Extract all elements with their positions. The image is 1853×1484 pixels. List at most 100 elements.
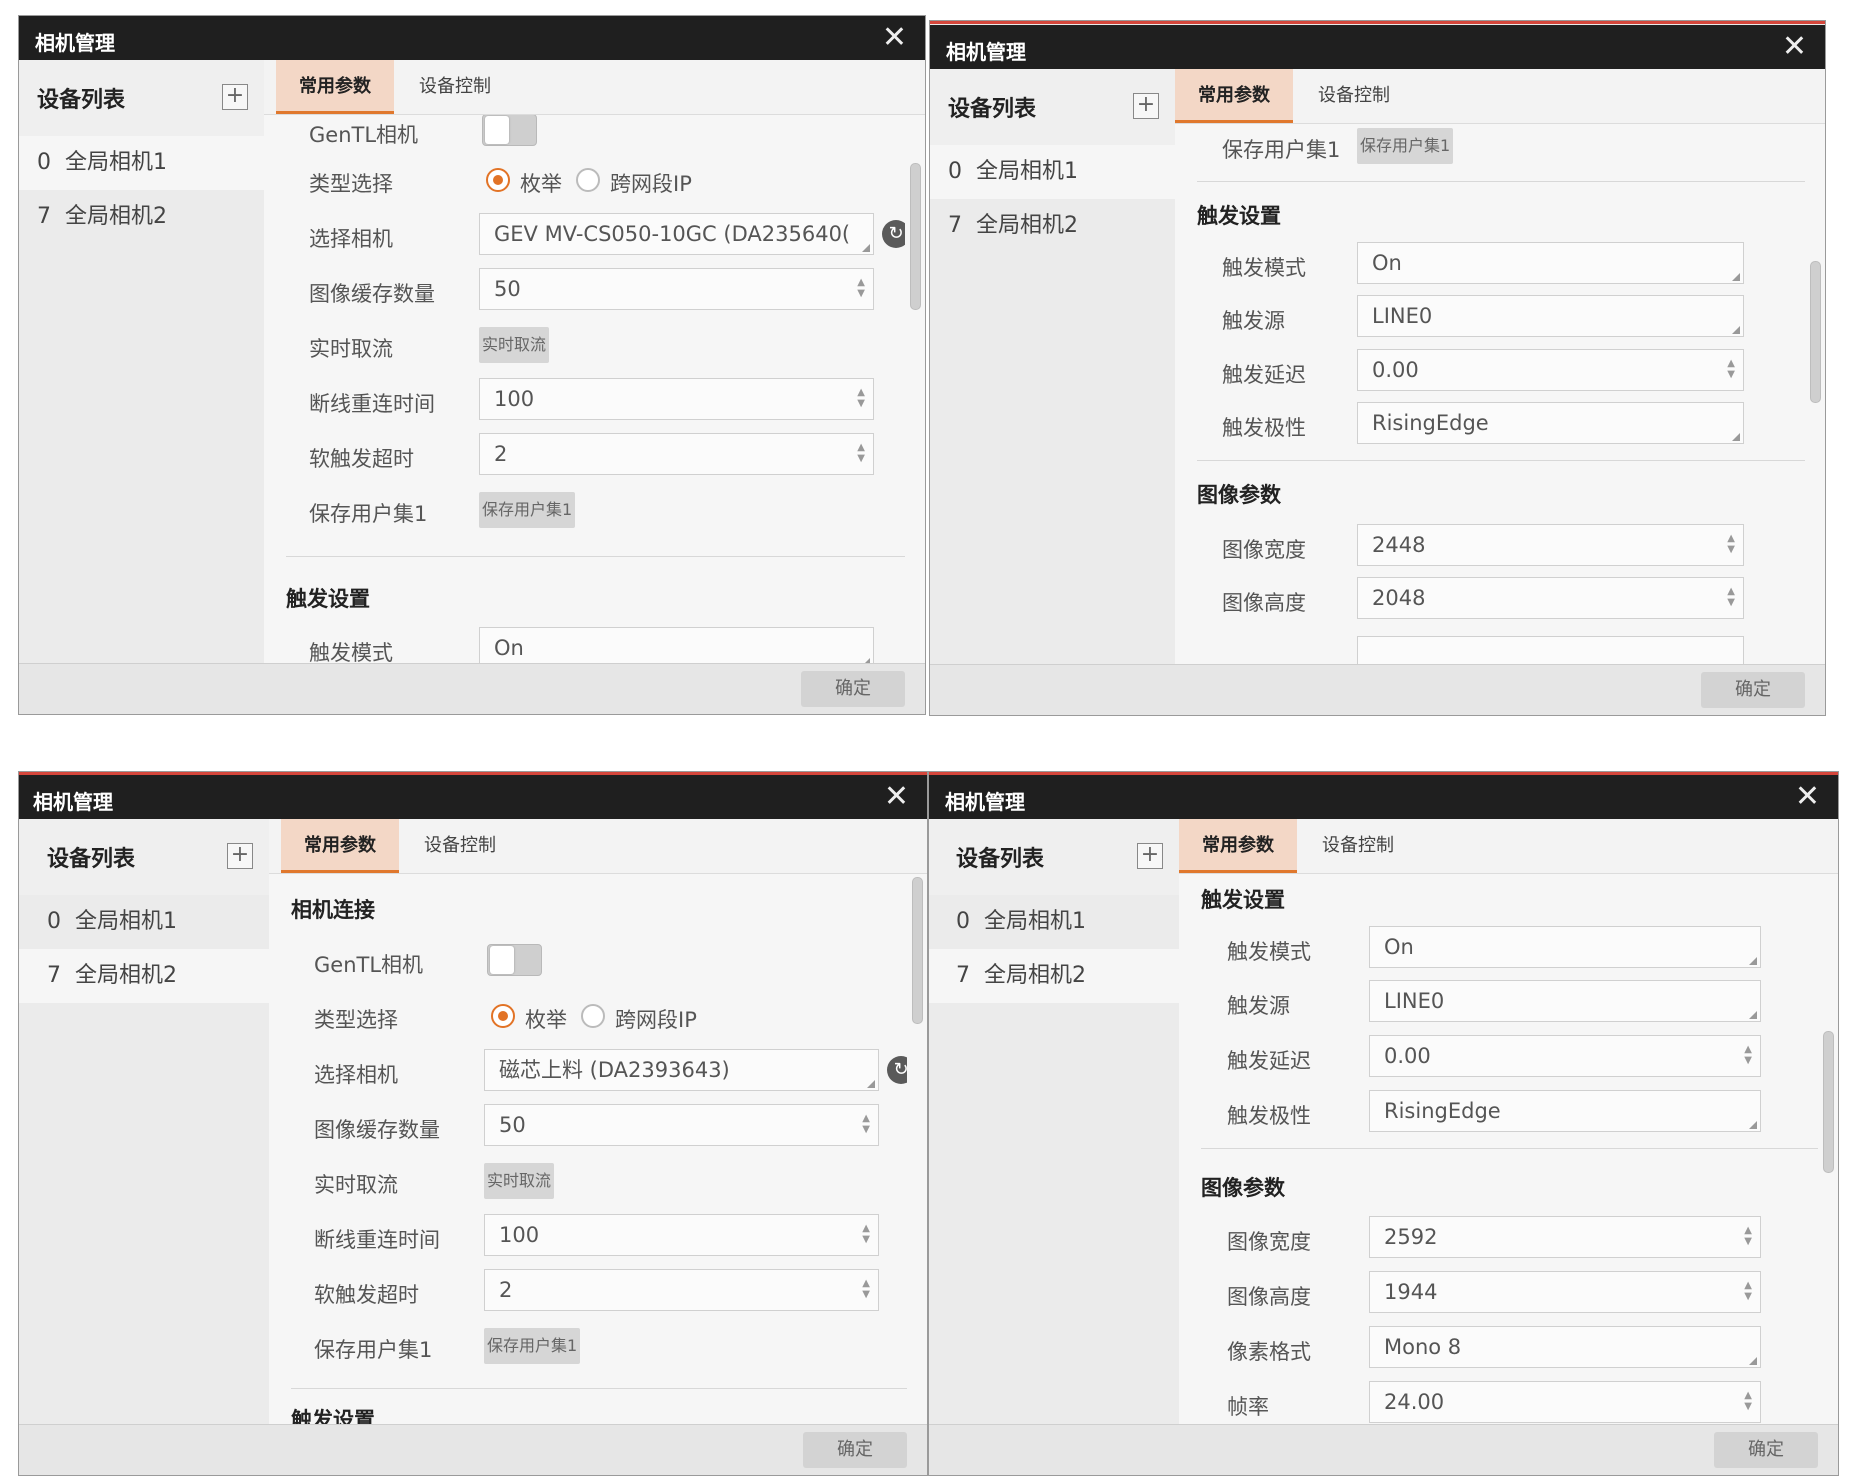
- refresh-icon[interactable]: ↻: [882, 220, 905, 248]
- device-item-0[interactable]: 0 全局相机1: [930, 145, 1175, 199]
- device-index: 7: [948, 213, 962, 238]
- realtime-grab-button[interactable]: 实时取流: [479, 327, 550, 363]
- close-icon[interactable]: ✕: [882, 21, 907, 55]
- device-item-7[interactable]: 7 全局相机2: [930, 199, 1175, 253]
- spinner-icon[interactable]: ▲ ▼: [857, 442, 865, 464]
- tab-device-control[interactable]: 设备控制: [1295, 69, 1413, 123]
- gentl-toggle[interactable]: [482, 115, 537, 146]
- spinner-icon[interactable]: ▲ ▼: [1727, 533, 1735, 555]
- spinner-icon[interactable]: ▲ ▼: [857, 387, 865, 409]
- reconnect-time-input[interactable]: 100 ▲ ▼: [479, 378, 874, 420]
- spinner-icon[interactable]: ▲ ▼: [1744, 1225, 1752, 1247]
- scrollbar[interactable]: [910, 163, 921, 310]
- add-device-icon[interactable]: +: [222, 84, 248, 110]
- spinner-icon[interactable]: ▲ ▼: [1744, 1390, 1752, 1412]
- parameters-panel: 常用参数 设备控制 GenTL相机 类型选择 枚举 跨网段IP 选择相机 GEV…: [264, 60, 925, 664]
- save-userset-label: 保存用户集1: [314, 1338, 433, 1362]
- realtime-grab-button[interactable]: 实时取流: [484, 1163, 555, 1199]
- image-height-input[interactable]: 1944 ▲ ▼: [1369, 1271, 1761, 1313]
- tab-common-params[interactable]: 常用参数: [276, 60, 394, 114]
- spinner-icon[interactable]: ▲ ▼: [857, 277, 865, 299]
- trigger-delay-input[interactable]: 0.00 ▲ ▼: [1369, 1035, 1761, 1077]
- spinner-icon[interactable]: ▲ ▼: [1727, 358, 1735, 380]
- next-field-partial[interactable]: [1357, 636, 1744, 665]
- section-trigger-title: 触发设置: [286, 587, 370, 611]
- spinner-icon[interactable]: ▲ ▼: [1727, 586, 1735, 608]
- image-width-input[interactable]: 2448 ▲ ▼: [1357, 524, 1744, 566]
- frame-rate-input[interactable]: 24.00 ▲ ▼: [1369, 1381, 1761, 1423]
- device-list-header: 设备列表 +: [19, 60, 264, 136]
- camera-select[interactable]: 磁芯上料 (DA2393643): [484, 1049, 879, 1091]
- pixel-format-select[interactable]: Mono 8: [1369, 1326, 1761, 1368]
- scrollbar[interactable]: [1823, 1031, 1834, 1173]
- buffer-count-input[interactable]: 50 ▲ ▼: [479, 268, 874, 310]
- soft-trigger-timeout-input[interactable]: 2 ▲ ▼: [484, 1269, 879, 1311]
- image-width-input[interactable]: 2592 ▲ ▼: [1369, 1216, 1761, 1258]
- section-image-title: 图像参数: [1197, 483, 1281, 507]
- tab-device-control[interactable]: 设备控制: [1299, 819, 1417, 873]
- ok-button[interactable]: 确定: [1714, 1432, 1818, 1468]
- parameters-panel: 常用参数 设备控制 相机连接 GenTL相机 类型选择 枚举 跨网段IP 选择相…: [269, 819, 927, 1425]
- cross-subnet-radio[interactable]: [581, 1004, 605, 1028]
- save-userset-button[interactable]: 保存用户集1: [1357, 128, 1454, 164]
- enum-radio[interactable]: [486, 168, 510, 192]
- camera-manager-window-bottom-right: 相机管理 ✕ 设备列表 + 0 全局相机1 7 全局相机2 常用参数 设备控制 …: [928, 771, 1839, 1476]
- device-item-0[interactable]: 0 全局相机1: [19, 136, 264, 190]
- trigger-mode-select[interactable]: On: [479, 627, 874, 664]
- close-icon[interactable]: ✕: [884, 780, 909, 814]
- add-device-icon[interactable]: +: [1137, 843, 1163, 869]
- device-item-0[interactable]: 0 全局相机1: [19, 895, 269, 949]
- device-item-0[interactable]: 0 全局相机1: [929, 895, 1179, 949]
- reconnect-time-input[interactable]: 100 ▲ ▼: [484, 1214, 879, 1256]
- spinner-icon[interactable]: ▲ ▼: [862, 1223, 870, 1245]
- trigger-polarity-select[interactable]: RisingEdge: [1357, 402, 1744, 444]
- trigger-delay-input[interactable]: 0.00 ▲ ▼: [1357, 349, 1744, 391]
- device-name: 全局相机2: [65, 204, 167, 229]
- tab-device-control[interactable]: 设备控制: [396, 60, 514, 114]
- buffer-count-input[interactable]: 50 ▲ ▼: [484, 1104, 879, 1146]
- device-item-7[interactable]: 7 全局相机2: [929, 949, 1179, 1003]
- add-device-icon[interactable]: +: [1133, 93, 1159, 119]
- gentl-toggle[interactable]: [487, 944, 542, 976]
- spinner-icon[interactable]: ▲ ▼: [1744, 1280, 1752, 1302]
- spinner-icon[interactable]: ▲ ▼: [862, 1113, 870, 1135]
- window-accent-line: [19, 772, 927, 775]
- trigger-mode-select[interactable]: On: [1357, 242, 1744, 284]
- image-width-label: 图像宽度: [1222, 538, 1306, 562]
- trigger-mode-select[interactable]: On: [1369, 926, 1761, 968]
- trigger-source-select[interactable]: LINE0: [1357, 295, 1744, 337]
- scrollbar[interactable]: [1810, 261, 1821, 403]
- camera-manager-window-bottom-left: 相机管理 ✕ 设备列表 + 0 全局相机1 7 全局相机2 常用参数 设备控制 …: [18, 771, 928, 1476]
- tab-common-params[interactable]: 常用参数: [1179, 819, 1297, 873]
- save-userset-button[interactable]: 保存用户集1: [484, 1328, 581, 1364]
- soft-trigger-timeout-input[interactable]: 2 ▲ ▼: [479, 433, 874, 475]
- tab-device-control[interactable]: 设备控制: [401, 819, 519, 873]
- add-device-icon[interactable]: +: [227, 843, 253, 869]
- device-item-7[interactable]: 7 全局相机2: [19, 190, 264, 244]
- ok-button[interactable]: 确定: [1701, 672, 1805, 708]
- ok-button[interactable]: 确定: [803, 1432, 907, 1468]
- trigger-polarity-select[interactable]: RisingEdge: [1369, 1090, 1761, 1132]
- ok-button[interactable]: 确定: [801, 671, 905, 707]
- refresh-icon[interactable]: ↻: [887, 1056, 907, 1084]
- save-userset-button[interactable]: 保存用户集1: [479, 492, 576, 528]
- spinner-icon[interactable]: ▲ ▼: [862, 1278, 870, 1300]
- device-item-7[interactable]: 7 全局相机2: [19, 949, 269, 1003]
- camera-select[interactable]: GEV MV-CS050-10GC (DA235640(: [479, 213, 874, 255]
- enum-radio[interactable]: [491, 1004, 515, 1028]
- tab-common-params[interactable]: 常用参数: [1175, 69, 1293, 123]
- title-bar: 相机管理 ✕: [19, 16, 925, 60]
- params-scroll-area: GenTL相机 类型选择 枚举 跨网段IP 选择相机 GEV MV-CS050-…: [264, 115, 905, 664]
- device-list-title: 设备列表: [948, 97, 1037, 122]
- cross-subnet-radio[interactable]: [576, 168, 600, 192]
- buffer-count-label: 图像缓存数量: [309, 282, 435, 306]
- tab-bar: 常用参数 设备控制: [1179, 819, 1838, 874]
- trigger-source-select[interactable]: LINE0: [1369, 980, 1761, 1022]
- scrollbar[interactable]: [912, 877, 923, 1024]
- close-icon[interactable]: ✕: [1795, 780, 1820, 814]
- spinner-icon[interactable]: ▲ ▼: [1744, 1044, 1752, 1066]
- reconnect-time-label: 断线重连时间: [309, 392, 435, 416]
- image-height-input[interactable]: 2048 ▲ ▼: [1357, 577, 1744, 619]
- close-icon[interactable]: ✕: [1782, 30, 1807, 64]
- tab-common-params[interactable]: 常用参数: [281, 819, 399, 873]
